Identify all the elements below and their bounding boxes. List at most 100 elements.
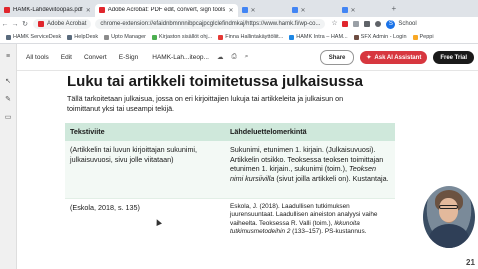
reference-cell: Sukunimi, etunimen 1. kirjain. (Julkaisu… — [225, 141, 395, 198]
google-favicon-icon — [241, 7, 248, 13]
new-tab-button[interactable]: + — [392, 4, 397, 13]
reload-icon[interactable]: ↻ — [20, 20, 30, 28]
close-tab-icon[interactable]: ✕ — [86, 7, 91, 14]
bookmark-item[interactable]: HelpDesk — [67, 34, 98, 40]
free-trial-button[interactable]: Free Trial — [433, 51, 474, 64]
url-text: chrome-extension://efaidnbmnnnibpcajpcgl… — [100, 21, 321, 27]
bookmark-favicon-icon — [353, 34, 359, 40]
bookmark-favicon-icon — [412, 34, 418, 40]
bookmark-label: SFX Admin - Login — [360, 34, 407, 40]
ai-sparkle-icon: ✦ — [366, 55, 372, 61]
profile-avatar[interactable]: S — [386, 19, 396, 29]
in-text-cell: (Artikkelin tai luvun kirjoittajan sukun… — [65, 141, 225, 198]
acrobat-logo-icon — [38, 21, 44, 27]
school-profile-label[interactable]: School — [398, 21, 416, 27]
acrobat-extension-icon[interactable] — [342, 21, 349, 27]
acrobat-chip-label: Adobe Acrobat — [47, 21, 87, 27]
extension-icon[interactable] — [353, 21, 360, 27]
presenter-body — [429, 224, 469, 248]
close-tab-icon[interactable]: ✕ — [351, 7, 356, 14]
table-header-row: Tekstiviite Lähdeluettelomerkintä — [65, 123, 395, 141]
presenter-glasses — [439, 205, 458, 209]
highlight-icon[interactable]: ▭ — [4, 114, 12, 122]
acrobat-toolbar: All tools Edit Convert E-Sign HAMK-Lah..… — [17, 44, 478, 71]
puzzle-icon[interactable] — [364, 21, 371, 27]
bookmark-favicon-icon — [218, 34, 224, 40]
menu-icon[interactable]: ≡ — [4, 53, 12, 61]
bookmark-label: Kirjaston sisällöt ohj... — [159, 34, 213, 40]
ask-ai-assistant-button[interactable]: ✦ Ask AI Assistant — [360, 51, 428, 64]
presenter-face — [439, 198, 458, 222]
bookmark-favicon-icon — [104, 34, 110, 40]
toolbar-right-buttons: Share ✦ Ask AI Assistant Free Trial — [319, 50, 474, 65]
comment-icon[interactable]: ✎ — [4, 96, 12, 104]
browser-tab-5[interactable]: ✕ — [338, 4, 388, 17]
browser-tab-bar: HAMK-Lahdeviitoopas.pdf ✕ Adobe Acrobat:… — [0, 0, 478, 17]
menu-esign[interactable]: E-Sign — [119, 54, 139, 61]
bookmark-item[interactable]: Upto Manager — [104, 34, 146, 40]
pdf-page: Luku tai artikkeli toimitetussa julkaisu… — [55, 71, 430, 269]
column-header-in-text: Tekstiviite — [65, 123, 225, 141]
bookmark-favicon-icon — [289, 34, 295, 40]
reference-tail-text: (133–157). PS-kustannus. — [290, 228, 367, 236]
bookmark-label: HAMK Intra – HAM... — [296, 34, 348, 40]
search-icon[interactable]: ⌕ — [245, 53, 249, 61]
section-heading: Luku tai artikkeli toimitetussa julkaisu… — [67, 73, 363, 90]
trial-label: Free Trial — [440, 54, 467, 61]
table-row: (Eskola, 2018, s. 135) Eskola, J. (2018)… — [65, 197, 395, 243]
bookmark-item[interactable]: HAMK ServiceDesk — [6, 34, 61, 40]
ai-label: Ask AI Assistant — [374, 54, 422, 61]
bookmark-item[interactable]: HAMK Intra – HAM... — [289, 34, 348, 40]
address-bar-row: ← → ↻ Adobe Acrobat chrome-extension://e… — [0, 17, 478, 31]
menu-edit[interactable]: Edit — [61, 54, 72, 61]
acrobat-left-sidebar: ≡ ↖ ✎ ▭ — [0, 44, 17, 269]
in-text-cell: (Eskola, 2018, s. 135) — [65, 197, 225, 243]
browser-tab-hamk-pdf[interactable]: HAMK-Lahdeviitoopas.pdf ✕ — [0, 4, 95, 17]
column-header-reference: Lähdeluettelomerkintä — [225, 123, 395, 141]
table-row: (Artikkelin tai luvun kirjoittajan sukun… — [65, 141, 395, 198]
browser-tab-3[interactable]: ✕ — [238, 4, 288, 17]
bookmark-label: Upto Manager — [111, 34, 146, 40]
citation-table: Tekstiviite Lähdeluettelomerkintä (Artik… — [65, 123, 395, 243]
google-favicon-icon — [291, 7, 298, 13]
share-button[interactable]: Share — [319, 50, 355, 65]
forward-icon[interactable]: → — [10, 21, 20, 28]
google-favicon-icon — [341, 7, 348, 13]
bookmark-item[interactable]: SFX Admin - Login — [353, 34, 407, 40]
bookmark-label: Finna Hallintakäyttöliit... — [225, 34, 284, 40]
bookmark-item[interactable]: Kirjaston sisällöt ohj... — [152, 34, 212, 40]
bookmark-label: HAMK ServiceDesk — [13, 34, 62, 40]
bookmark-favicon-icon — [6, 34, 11, 40]
bookmark-item[interactable]: Finna Hallintakäyttöliit... — [218, 34, 283, 40]
bookmark-item[interactable]: Peppi — [412, 34, 434, 40]
menu-convert[interactable]: Convert — [84, 54, 107, 61]
back-icon[interactable]: ← — [0, 21, 10, 28]
bookmark-favicon-icon — [152, 34, 157, 40]
bookmark-label: Peppi — [419, 34, 434, 40]
download-icon[interactable] — [375, 21, 382, 27]
menu-all-tools[interactable]: All tools — [26, 54, 49, 61]
bookmark-label: HelpDesk — [74, 34, 99, 40]
url-field[interactable]: chrome-extension://efaidnbmnnnibpcajpcgl… — [95, 19, 326, 29]
toolbar-icons: ☆ S — [331, 19, 396, 29]
cursor-icon[interactable]: ↖ — [4, 78, 12, 86]
acrobat-extension-chip[interactable]: Adobe Acrobat — [33, 19, 92, 29]
pdf-favicon-icon — [4, 7, 10, 13]
print-icon[interactable]: ⎙ — [231, 53, 236, 61]
bookmark-favicon-icon — [67, 34, 73, 40]
close-tab-icon[interactable]: ✕ — [228, 7, 233, 14]
acrobat-favicon-icon — [98, 7, 105, 13]
star-icon[interactable]: ☆ — [331, 20, 337, 27]
browser-tab-acrobat[interactable]: Adobe Acrobat: PDF edit, convert, sign t… — [94, 3, 238, 17]
browser-tab-4[interactable]: ✕ — [288, 4, 338, 17]
close-tab-icon[interactable]: ✕ — [301, 7, 306, 14]
reference-tail-text: (sivut joilla artikkeli on). Kustantaja. — [274, 173, 389, 183]
close-tab-icon[interactable]: ✕ — [251, 7, 256, 14]
document-name[interactable]: HAMK-Lah...iteop... — [152, 54, 209, 61]
webcam-overlay — [423, 186, 475, 248]
cloud-icon[interactable]: ☁ — [217, 53, 224, 61]
share-label: Share — [328, 54, 346, 61]
reference-cell: Eskola, J. (2018). Laadullisen tutkimuks… — [225, 197, 395, 243]
tab-label: HAMK-Lahdeviitoopas.pdf — [13, 7, 83, 13]
intro-paragraph: Tällä tarkoitetaan julkaisua, jossa on e… — [67, 94, 344, 113]
